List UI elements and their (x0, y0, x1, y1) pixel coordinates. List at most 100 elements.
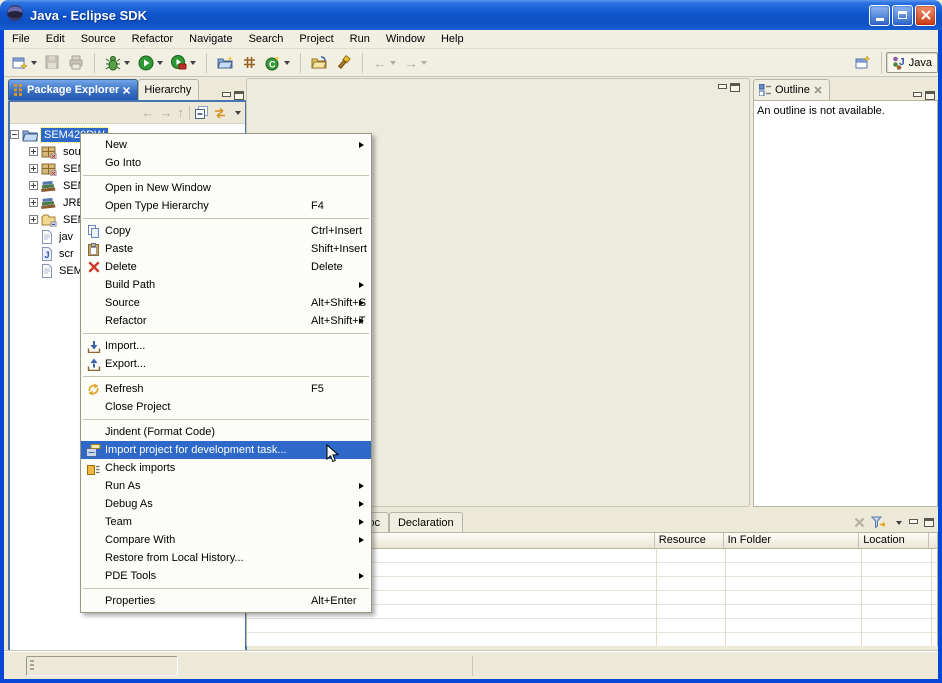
new-java-package-button[interactable] (238, 52, 261, 73)
menu-window[interactable]: Window (378, 31, 433, 47)
menu-item-import[interactable]: Import... (81, 337, 371, 355)
menu-item-jindent[interactable]: Jindent (Format Code) (81, 423, 371, 441)
menu-item-team[interactable]: Team (81, 513, 371, 531)
new-class-button[interactable]: C (261, 52, 294, 74)
submenu-arrow-icon (359, 282, 364, 288)
open-perspective-button[interactable] (849, 52, 877, 73)
minimize-view-icon[interactable] (717, 83, 727, 92)
close-icon[interactable] (814, 86, 822, 94)
expand-expander-icon[interactable] (29, 215, 38, 224)
menu-item-pde-tools[interactable]: PDE Tools (81, 567, 371, 585)
menu-item-copy[interactable]: CopyCtrl+Insert (81, 222, 371, 240)
package-explorer-tabs: Package Explorer Hierarchy (8, 79, 247, 100)
menu-edit[interactable]: Edit (38, 31, 73, 47)
menu-source[interactable]: Source (73, 31, 124, 47)
print-button (64, 52, 88, 73)
mouse-cursor-icon (326, 444, 339, 469)
view-menu-icon[interactable] (896, 521, 902, 525)
collapse-expander-icon[interactable] (10, 130, 19, 139)
menu-item-properties[interactable]: PropertiesAlt+Enter (81, 592, 371, 610)
maximize-view-icon[interactable] (234, 91, 244, 100)
minimize-view-icon[interactable] (221, 91, 231, 100)
new-class-icon: C (265, 55, 281, 71)
tab-declaration[interactable]: Declaration (389, 512, 463, 532)
dropdown-arrow-icon[interactable] (31, 61, 37, 65)
open-folder-button[interactable] (307, 52, 332, 73)
menu-item-source[interactable]: SourceAlt+Shift+S (81, 294, 371, 312)
menu-item-refactor[interactable]: RefactorAlt+Shift+T (81, 312, 371, 330)
run-button[interactable] (134, 52, 167, 74)
maximize-view-icon[interactable] (924, 518, 934, 527)
menu-item-open-in-new-window[interactable]: Open in New Window (81, 179, 371, 197)
eclipse-window: Java - Eclipse SDK File Edit Source Refa… (0, 0, 942, 683)
menu-item-refresh[interactable]: RefreshF5 (81, 380, 371, 398)
java-perspective-button[interactable]: J Java (886, 52, 938, 73)
dropdown-arrow-icon[interactable] (190, 61, 196, 65)
menu-item-restore-from-local-history[interactable]: Restore from Local History... (81, 549, 371, 567)
expand-expander-icon[interactable] (29, 181, 38, 190)
menu-item-delete[interactable]: DeleteDelete (81, 258, 371, 276)
link-with-editor-icon[interactable] (213, 107, 227, 119)
menu-help[interactable]: Help (433, 31, 472, 47)
dropdown-arrow-icon[interactable] (157, 61, 163, 65)
column-location[interactable]: Location (859, 533, 929, 548)
expand-expander-icon[interactable] (29, 198, 38, 207)
search-button[interactable] (332, 52, 356, 74)
eclipse-logo-icon (6, 4, 24, 27)
column-in-folder[interactable]: In Folder (724, 533, 860, 548)
menu-item-export[interactable]: Export... (81, 355, 371, 373)
tree-item-label[interactable]: jav (56, 230, 76, 244)
dropdown-arrow-icon[interactable] (124, 61, 130, 65)
dropdown-arrow-icon[interactable] (284, 61, 290, 65)
maximize-view-icon[interactable] (925, 91, 935, 100)
new-java-project-button[interactable] (213, 52, 238, 73)
toolbar-separator (300, 53, 301, 73)
tab-hierarchy[interactable]: Hierarchy (138, 79, 199, 100)
menu-run[interactable]: Run (342, 31, 378, 47)
menu-item-build-path[interactable]: Build Path (81, 276, 371, 294)
menu-item-run-as[interactable]: Run As (81, 477, 371, 495)
menu-file[interactable]: File (4, 31, 38, 47)
minimize-button[interactable] (869, 5, 890, 26)
minimize-view-icon[interactable] (912, 91, 922, 100)
maximize-view-icon[interactable] (730, 83, 740, 92)
menu-item-debug-as[interactable]: Debug As (81, 495, 371, 513)
close-button[interactable] (915, 5, 936, 26)
tree-item-label[interactable]: scr (56, 247, 77, 261)
menu-refactor[interactable]: Refactor (124, 31, 182, 47)
collapse-all-icon[interactable] (195, 106, 208, 119)
expand-expander-icon[interactable] (29, 147, 38, 156)
menu-project[interactable]: Project (291, 31, 341, 47)
menubar: File Edit Source Refactor Navigate Searc… (4, 30, 938, 49)
menu-item-paste[interactable]: PasteShift+Insert (81, 240, 371, 258)
menu-search[interactable]: Search (241, 31, 292, 47)
open-perspective-icon (855, 55, 871, 70)
dropdown-arrow-icon (390, 61, 396, 65)
minimize-view-icon[interactable] (908, 518, 918, 527)
menu-item-close-project[interactable]: Close Project (81, 398, 371, 416)
tab-outline[interactable]: Outline (753, 79, 830, 100)
column-resource[interactable]: Resource (655, 533, 724, 548)
debug-button[interactable] (101, 52, 134, 74)
menu-item-new[interactable]: New (81, 136, 371, 154)
outline-icon (759, 84, 771, 96)
file-icon (41, 230, 53, 244)
close-icon[interactable] (123, 87, 130, 94)
menu-item-open-type-hierarchy[interactable]: Open Type HierarchyF4 (81, 197, 371, 215)
menu-item-go-into[interactable]: Go Into (81, 154, 371, 172)
new-wizard-button[interactable] (8, 52, 41, 73)
java-perspective-icon: J (892, 55, 906, 70)
maximize-button[interactable] (892, 5, 913, 26)
copy-icon (85, 224, 102, 238)
menu-navigate[interactable]: Navigate (181, 31, 240, 47)
toolbar-separator (94, 53, 95, 73)
java-perspective-label: Java (909, 57, 932, 69)
tab-package-explorer[interactable]: Package Explorer (8, 79, 138, 100)
file-icon (41, 264, 53, 278)
filter-icon[interactable] (871, 516, 887, 529)
svg-text:C: C (269, 59, 276, 69)
view-menu-icon[interactable] (235, 111, 241, 115)
external-tools-button[interactable] (167, 52, 200, 74)
menu-item-compare-with[interactable]: Compare With (81, 531, 371, 549)
expand-expander-icon[interactable] (29, 164, 38, 173)
